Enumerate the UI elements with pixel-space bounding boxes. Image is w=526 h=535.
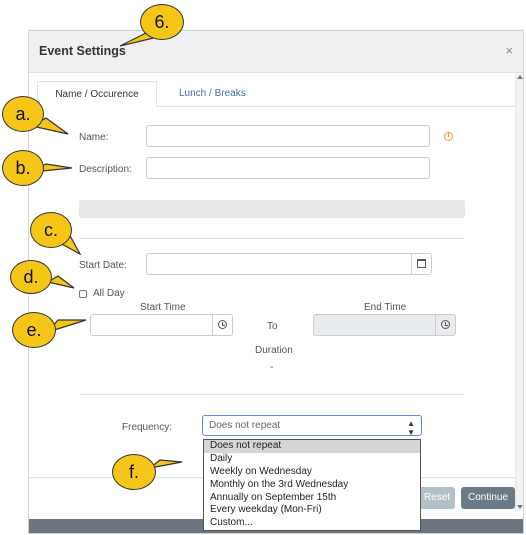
grey-bar bbox=[79, 200, 465, 218]
scrollbar[interactable] bbox=[515, 73, 523, 511]
screenshot-frame: Event Settings × Name / Occurence Lunch … bbox=[0, 0, 526, 535]
start-time-input[interactable] bbox=[90, 314, 233, 336]
frequency-value: Does not repeat bbox=[209, 420, 281, 431]
divider bbox=[79, 238, 465, 239]
dropdown-option[interactable]: Custom... bbox=[204, 517, 420, 530]
clock-icon bbox=[218, 320, 227, 329]
dropdown-option[interactable]: Every weekday (Mon-Fri) bbox=[204, 504, 420, 517]
callout-d: d. bbox=[10, 260, 52, 294]
scroll-up-icon[interactable] bbox=[517, 75, 523, 79]
chevron-updown-icon: ▲ ▼ bbox=[407, 419, 415, 437]
all-day-checkbox[interactable] bbox=[79, 290, 87, 298]
duration-value: - bbox=[270, 362, 274, 373]
continue-button[interactable]: Continue bbox=[461, 487, 515, 509]
event-settings-modal: Event Settings × Name / Occurence Lunch … bbox=[28, 30, 524, 534]
start-time-clock-button[interactable] bbox=[212, 314, 232, 336]
callout-e: e. bbox=[12, 312, 56, 348]
callout-f: f. bbox=[112, 454, 156, 490]
callout-c: c. bbox=[30, 212, 72, 248]
name-label: Name: bbox=[79, 132, 109, 143]
callout-a: a. bbox=[2, 96, 44, 132]
end-time-clock-button[interactable] bbox=[435, 314, 455, 336]
tab-lunch-breaks[interactable]: Lunch / Breaks bbox=[167, 81, 258, 107]
frequency-select[interactable]: Does not repeat ▲ ▼ bbox=[202, 415, 422, 437]
tab-name-occurence[interactable]: Name / Occurence bbox=[37, 81, 157, 107]
end-time-label: End Time bbox=[364, 302, 407, 313]
modal-header: Event Settings × bbox=[29, 31, 523, 73]
modal-title: Event Settings bbox=[39, 44, 126, 58]
description-input[interactable] bbox=[146, 157, 430, 179]
duration-label: Duration bbox=[255, 345, 293, 356]
dropdown-option[interactable]: Weekly on Wednesday bbox=[204, 466, 420, 479]
start-date-label: Start Date: bbox=[79, 260, 127, 271]
dropdown-option[interactable]: Monthly on the 3rd Wednesday bbox=[204, 479, 420, 492]
calendar-button[interactable] bbox=[411, 253, 431, 275]
reset-button[interactable]: Reset bbox=[419, 487, 455, 509]
frequency-label: Frequency: bbox=[122, 422, 173, 433]
close-icon[interactable]: × bbox=[505, 43, 513, 58]
all-day-label: All Day bbox=[93, 288, 125, 299]
info-icon[interactable]: i bbox=[444, 132, 453, 141]
calendar-icon bbox=[417, 259, 426, 268]
start-date-input[interactable] bbox=[146, 253, 432, 275]
end-time-input[interactable] bbox=[313, 314, 456, 336]
callout-6: 6. bbox=[140, 4, 184, 40]
divider bbox=[79, 394, 465, 395]
dropdown-option[interactable]: Daily bbox=[204, 453, 420, 466]
dropdown-option[interactable]: Does not repeat bbox=[204, 440, 420, 453]
clock-icon bbox=[441, 320, 450, 329]
name-input[interactable] bbox=[146, 125, 430, 147]
dropdown-option[interactable]: Annually on September 15th bbox=[204, 492, 420, 505]
to-label: To bbox=[267, 321, 278, 332]
scroll-down-icon[interactable] bbox=[517, 505, 523, 509]
frequency-dropdown: Does not repeat Daily Weekly on Wednesda… bbox=[203, 439, 421, 531]
description-label: Description: bbox=[79, 164, 132, 175]
start-time-label: Start Time bbox=[140, 302, 186, 313]
callout-b: b. bbox=[2, 150, 44, 186]
